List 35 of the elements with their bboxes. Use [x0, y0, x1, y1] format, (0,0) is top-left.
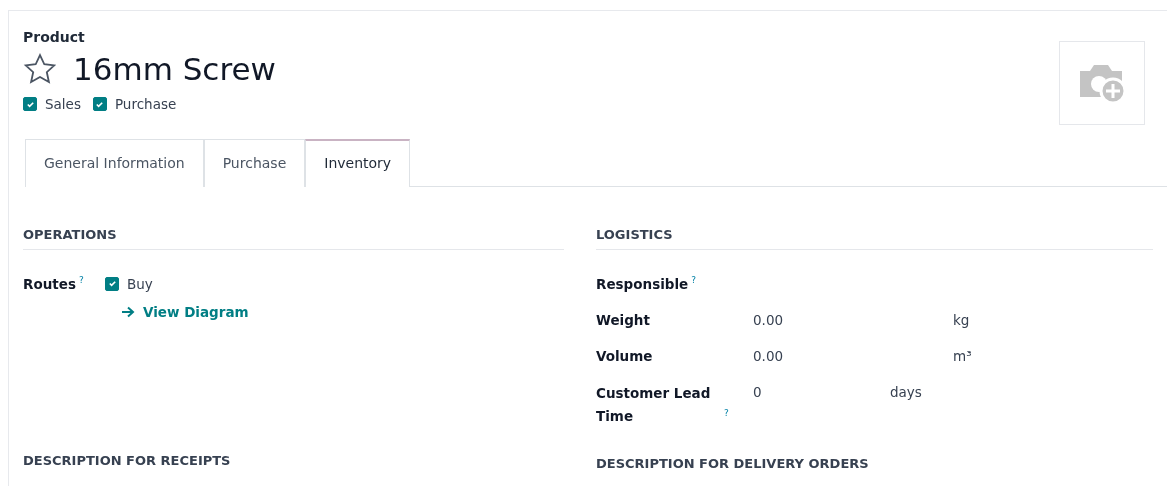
section-heading: LOGISTICS	[596, 225, 1153, 250]
checkbox[interactable]	[23, 97, 37, 112]
star-icon[interactable]	[23, 53, 57, 86]
tab[interactable]: Purchase	[203, 139, 306, 187]
field-label: Volume	[596, 348, 653, 364]
route-option: Buy	[127, 273, 153, 294]
field-label: Customer Lead Time	[596, 384, 712, 427]
section-heading: DESCRIPTION FOR RECEIPTS	[23, 452, 232, 471]
field-label: Weight	[596, 311, 650, 328]
view-diagram-link[interactable]: View Diagram	[121, 301, 249, 322]
field-label: Responsible	[596, 275, 689, 292]
section-heading: DESCRIPTION FOR DELIVERY ORDERS	[596, 455, 870, 474]
checkbox-label: Purchase	[114, 95, 177, 115]
field-label: Routes	[23, 275, 76, 292]
checkbox-label: Sales	[45, 95, 81, 115]
field-value: 0.00	[753, 347, 785, 366]
field-value: 0.00	[753, 310, 785, 330]
checkbox[interactable]	[92, 97, 107, 112]
help-marker[interactable]: ?	[78, 275, 84, 285]
help-marker[interactable]: ?	[691, 275, 697, 285]
tab[interactable]: Inventory	[305, 139, 411, 187]
field-value: 0	[753, 383, 763, 403]
arrow-right-icon	[121, 305, 135, 318]
tab[interactable]: General Information	[25, 139, 204, 187]
unit-label: days	[890, 383, 922, 403]
check-icon	[95, 99, 105, 109]
product-name: 16mm Screw	[73, 52, 276, 87]
checkbox[interactable]	[105, 276, 119, 291]
help-marker[interactable]: ?	[724, 407, 729, 418]
check-icon	[25, 99, 35, 109]
check-icon	[107, 279, 117, 289]
unit-label: m³	[953, 347, 972, 366]
unit-label: kg	[953, 310, 970, 330]
section-heading: OPERATIONS	[23, 225, 564, 250]
form-caption: Product	[23, 28, 86, 47]
